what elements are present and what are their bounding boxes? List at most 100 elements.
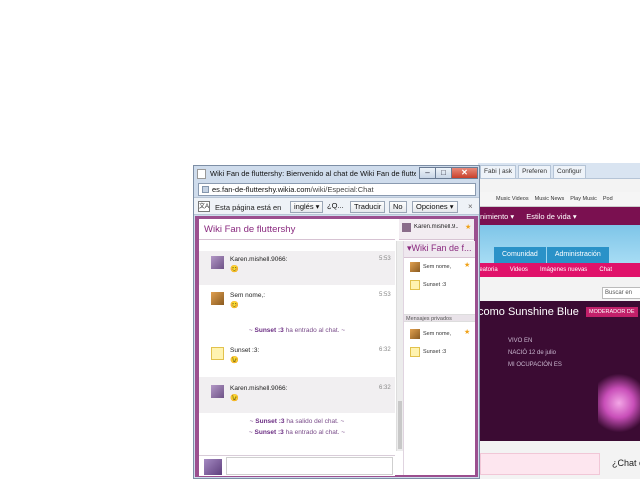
profile-art [598, 373, 640, 433]
minimize-button[interactable]: – [419, 167, 436, 179]
star-icon: ★ [464, 262, 471, 269]
wiki-nav-bar: nimiento ▾ Estilo de vida ▾ [478, 207, 640, 225]
chat-message: Karen.mishell.9066: 😊 5:53 [199, 251, 395, 285]
alert-text: ha salido del chat. ~ [284, 418, 345, 425]
sub-nav-item[interactable]: leatoria [478, 267, 498, 273]
wiki-nav-item[interactable]: Estilo de vida ▾ [526, 212, 576, 221]
private-user-item[interactable]: Sem nome, ★ [404, 326, 475, 344]
chat-message: Karen.mishell.9066: 😉 6:32 [199, 377, 395, 413]
star-icon: ★ [465, 224, 472, 231]
tab-administracion[interactable]: Administración [546, 247, 609, 263]
language-question-link[interactable]: ¿Q... [324, 201, 347, 213]
user-list-item[interactable]: Sem nome, ★ [404, 259, 475, 277]
message-time: 5:53 [379, 256, 391, 262]
sub-nav-item[interactable]: Imágenes nuevas [540, 267, 587, 273]
message-text: 😉 [230, 357, 239, 364]
page-icon [197, 169, 206, 179]
rail-header[interactable]: ▾Wiki Fan de f... [404, 241, 475, 258]
message-username[interactable]: Karen.mishell.9066: [230, 385, 287, 392]
user-list-name: Sem nome, [423, 331, 452, 337]
message-time: 5:53 [379, 292, 391, 298]
avatar [410, 280, 420, 290]
background-browser-window: Fabi | ask Preferen Configur Music Video… [478, 163, 640, 479]
translate-icon: 文A [198, 201, 210, 212]
message-list: Karen.mishell.9066: 😊 5:53 Sem nome,: 😊 … [199, 241, 395, 451]
chat-header: Wiki Fan de fluttershy [199, 219, 395, 240]
background-tab[interactable]: Preferen [518, 165, 551, 178]
tab-comunidad[interactable]: Comunidad [494, 247, 546, 263]
wiki-nav-item[interactable]: nimiento ▾ [480, 212, 514, 221]
profile-info-line: NACIÓ 12 de julio [508, 350, 557, 356]
alert-username[interactable]: Sunset :3 [255, 429, 284, 436]
self-user-card[interactable]: Karen.mishell.9... ★ [399, 219, 474, 240]
message-username[interactable]: Sem nome,: [230, 292, 265, 299]
translate-button[interactable]: Traducir [350, 201, 386, 213]
bookmark-item[interactable]: Music News [535, 196, 565, 202]
sub-nav-item[interactable]: Videos [510, 267, 528, 273]
user-list-name: Sem nome, [423, 264, 452, 270]
chat-panel: Wiki Fan de fluttershy Karen.mishell.9..… [199, 219, 475, 476]
options-button[interactable]: Opciones ▾ [412, 201, 458, 213]
page-icon [202, 186, 209, 193]
avatar [402, 223, 411, 232]
chat-message: Sem nome,: 😊 5:53 [199, 287, 395, 319]
alert-username[interactable]: Sunset :3 [255, 327, 284, 334]
address-bar[interactable]: es.fan-de-fluttershy.wikia.com/wiki/Espe… [198, 183, 476, 196]
chat-message-input[interactable] [226, 457, 393, 475]
close-button[interactable]: ✕ [451, 167, 478, 179]
pink-notice-box [480, 453, 600, 475]
message-scrollbar[interactable] [396, 241, 403, 451]
bookmark-item[interactable]: Music Videos [496, 196, 529, 202]
private-user-item[interactable]: Sunset :3 [404, 344, 475, 362]
message-username[interactable]: Sunset :3: [230, 347, 259, 354]
avatar [211, 292, 224, 305]
profile-heading: como Sunshine Blue [478, 306, 579, 318]
sub-nav-item[interactable]: Chat [599, 267, 612, 273]
message-text: 😉 [230, 395, 239, 402]
no-button[interactable]: No [389, 201, 407, 213]
avatar [410, 262, 420, 272]
avatar [211, 256, 224, 269]
message-time: 6:32 [379, 385, 391, 391]
background-tab[interactable]: Configur [553, 165, 586, 178]
alert-text: ha entrado al chat. ~ [283, 327, 346, 334]
message-time: 6:32 [379, 347, 391, 353]
rail-room-title: ▾Wiki Fan de f... [407, 243, 472, 253]
user-list-rail: ▾Wiki Fan de f... Sem nome, ★ Sunset :3 … [403, 241, 475, 475]
wiki-search-input[interactable]: Buscar en [602, 287, 640, 299]
bookmark-item[interactable]: Play Music [570, 196, 597, 202]
bookmark-item[interactable]: Pod [603, 196, 613, 202]
message-username[interactable]: Karen.mishell.9066: [230, 256, 287, 263]
message-text: 😊 [230, 302, 239, 309]
star-icon: ★ [464, 329, 471, 336]
background-tab-strip: Fabi | ask Preferen Configur [478, 163, 640, 179]
maximize-button[interactable]: □ [435, 167, 452, 179]
avatar [211, 347, 224, 360]
user-list-name: Sunset :3 [423, 349, 447, 355]
scrollbar-thumb[interactable] [398, 401, 402, 449]
bookmarks-bar: Music Videos Music News Play Music Pod [478, 192, 640, 207]
user-list-item[interactable]: Sunset :3 [404, 277, 475, 295]
inline-alert: ~ Sunset :3 ha entrado al chat. ~ [199, 429, 395, 436]
room-title[interactable]: Wiki Fan de fluttershy [204, 224, 295, 235]
self-username: Karen.mishell.9... [414, 224, 458, 230]
window-titlebar[interactable]: Wiki Fan de fluttershy: Bienvenido al ch… [194, 166, 479, 182]
close-icon[interactable]: × [468, 202, 473, 211]
profile-info-line: VIVO EN [508, 338, 533, 344]
wiki-sub-nav: leatoria Videos Imágenes nuevas Chat [478, 263, 640, 277]
background-tab[interactable]: Fabi | ask [480, 165, 517, 178]
url-domain: es.fan-de-fluttershy.wikia.com [212, 185, 311, 194]
private-messages-header: Mensajes privados [404, 314, 475, 322]
avatar [211, 385, 224, 398]
moderator-badge: MODERADOR DE [586, 307, 638, 317]
translate-bar: 文A Esta página está en inglés ▾ ¿Q... Tr… [194, 197, 479, 215]
chat-frame: Wiki Fan de fluttershy Karen.mishell.9..… [195, 216, 478, 477]
alert-username[interactable]: Sunset :3 [255, 418, 284, 425]
avatar [410, 329, 420, 339]
alert-text: ha entrado al chat. ~ [283, 429, 346, 436]
url-text: es.fan-de-fluttershy.wikia.com/wiki/Espe… [212, 185, 374, 194]
inline-alert: ~ Sunset :3 ha salido del chat. ~ [199, 418, 395, 425]
chat-popup-window: Wiki Fan de fluttershy: Bienvenido al ch… [193, 165, 480, 479]
language-select[interactable]: inglés ▾ [290, 201, 324, 213]
avatar [204, 459, 222, 475]
